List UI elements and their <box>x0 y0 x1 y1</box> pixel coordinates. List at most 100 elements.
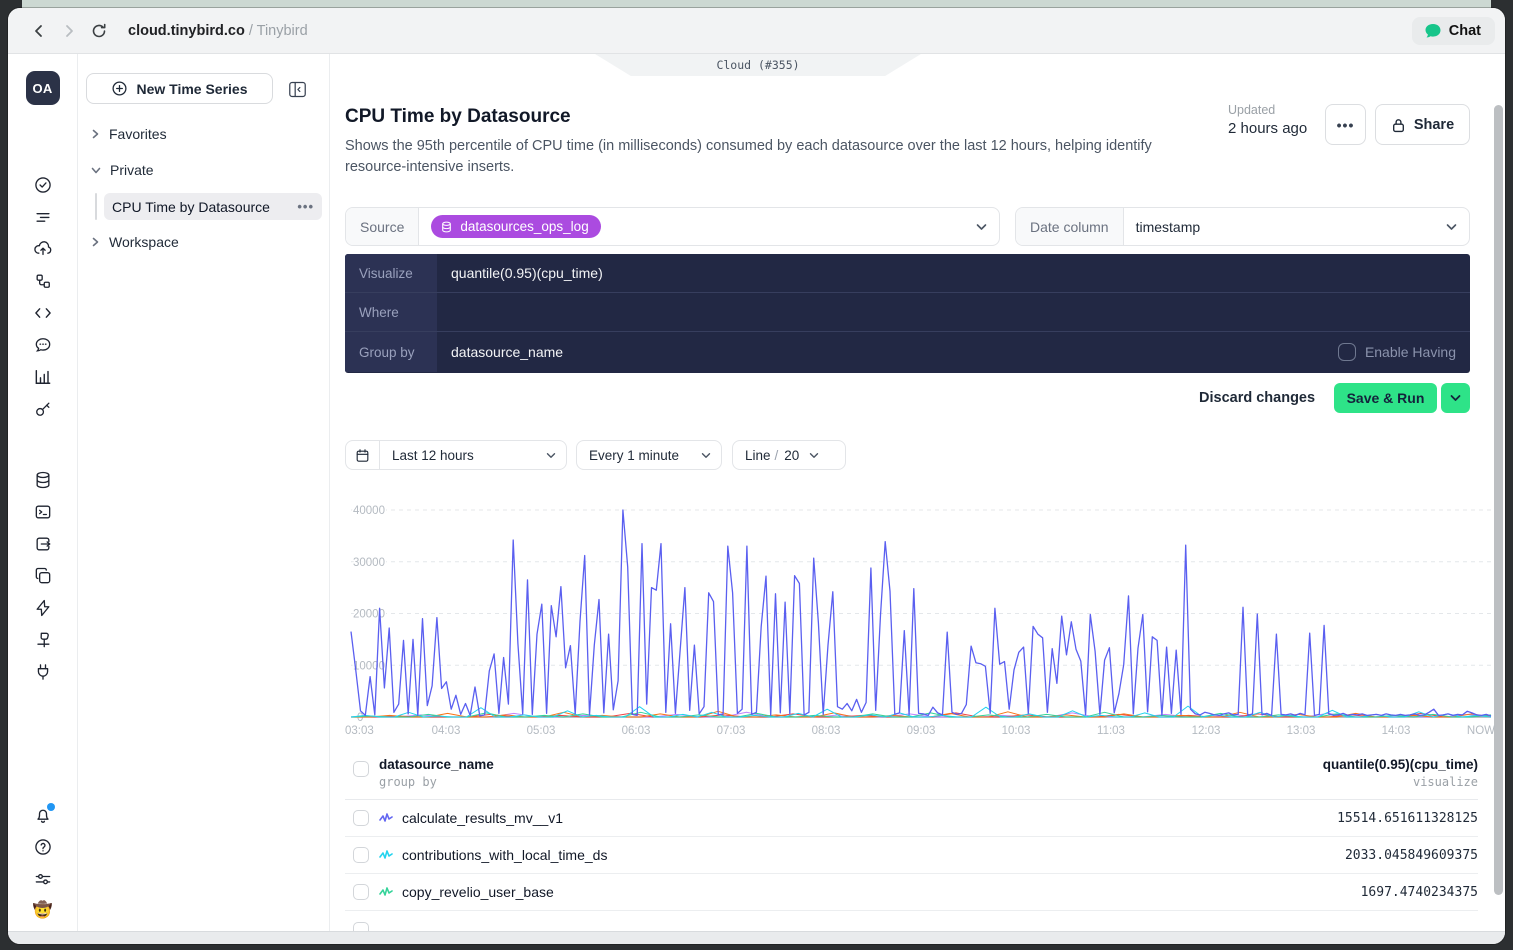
updated-value: 2 hours ago <box>1228 120 1308 137</box>
more-options-button[interactable]: ••• <box>1325 104 1366 145</box>
groupby-value[interactable]: datasource_name <box>437 332 1470 372</box>
chat-bubble-icon <box>1424 23 1442 39</box>
series-sparkline-icon <box>379 886 393 898</box>
chart-type-separator: / <box>774 447 779 463</box>
sidebar-item-private[interactable]: Private <box>78 158 154 182</box>
browser-bar: cloud.tinybird.co / Tinybird Chat <box>8 8 1505 54</box>
row-checkbox[interactable] <box>353 884 369 900</box>
svg-text:07:03: 07:03 <box>717 725 746 737</box>
sidebar-item-workspace[interactable]: Workspace <box>78 230 179 254</box>
having-checkbox[interactable] <box>1337 343 1356 361</box>
chevron-down-icon <box>701 452 721 459</box>
back-icon[interactable] <box>24 16 54 46</box>
forward-icon[interactable] <box>54 16 84 46</box>
url-bar[interactable]: cloud.tinybird.co / Tinybird <box>128 23 308 39</box>
discard-changes-button[interactable]: Discard changes <box>1199 390 1315 406</box>
save-options-chevron-button[interactable] <box>1441 383 1470 413</box>
table-row-partial[interactable] <box>345 911 1478 931</box>
page-title: CPU Time by Datasource <box>345 106 571 127</box>
schema-nodes-icon[interactable] <box>33 271 53 291</box>
chart-canvas[interactable]: 01000020000300004000003:03 04:03 05:03 06:0… <box>345 496 1497 742</box>
chevron-down-icon <box>91 166 101 175</box>
where-label: Where <box>345 293 437 331</box>
sink-icon[interactable] <box>33 630 53 650</box>
source-pill: datasources_ops_log <box>431 215 601 238</box>
page-description: Shows the 95th percentile of CPU time (i… <box>345 138 1152 175</box>
bar-chart-icon[interactable] <box>33 367 53 387</box>
settings-sliders-icon[interactable] <box>33 869 53 889</box>
share-button[interactable]: Share <box>1375 104 1470 145</box>
column-header-name: datasource_name <box>379 757 494 772</box>
datasource-name: copy_revelio_user_base <box>402 884 554 900</box>
chevron-right-icon <box>91 129 100 139</box>
time-series-chart[interactable]: 0 10000 20000 30000 40000 03:03 04:03 05:03 06:0… <box>345 496 1497 742</box>
refresh-icon[interactable] <box>84 16 114 46</box>
time-range-select[interactable]: Last 12 hours <box>345 440 567 470</box>
visualize-value[interactable]: quantile(0.95)(cpu_time) <box>437 254 1470 292</box>
sidebar-item-favorites[interactable]: Favorites <box>78 122 167 146</box>
enable-having-toggle[interactable]: Enable Having <box>1337 332 1456 372</box>
select-all-checkbox[interactable] <box>353 761 369 777</box>
more-dots-icon[interactable]: ••• <box>297 199 314 214</box>
source-pill-label: datasources_ops_log <box>460 219 589 234</box>
table-row[interactable]: copy_revelio_user_base 1697.4740234375 <box>345 874 1478 911</box>
datasource-icon[interactable] <box>33 470 53 490</box>
svg-text:10:03: 10:03 <box>1002 725 1031 737</box>
badge-check-icon[interactable] <box>33 175 53 195</box>
new-time-series-button[interactable]: New Time Series <box>86 73 273 104</box>
filter-lines-icon[interactable] <box>33 207 53 227</box>
svg-text:13:03: 13:03 <box>1287 725 1316 737</box>
column-header-name-sub: group by <box>379 775 437 789</box>
chat-button[interactable]: Chat <box>1411 16 1495 45</box>
key-icon[interactable] <box>33 399 53 419</box>
quantile-value: 1697.4740234375 <box>1360 884 1478 900</box>
chat-label: Chat <box>1448 22 1481 39</box>
notification-dot <box>46 803 55 811</box>
svg-text:05:03: 05:03 <box>527 725 556 737</box>
file-export-icon[interactable] <box>33 534 53 554</box>
url-path: / Tinybird <box>244 22 308 39</box>
plug-icon[interactable] <box>33 662 53 682</box>
svg-text:NOW: NOW <box>1467 725 1495 737</box>
icon-rail: OA 🤠 <box>8 54 78 931</box>
quantile-value: 2033.045849609375 <box>1344 847 1478 863</box>
terminal-icon[interactable] <box>33 502 53 522</box>
tree-guide-line <box>95 193 97 220</box>
bolt-icon[interactable] <box>33 598 53 618</box>
groupby-row[interactable]: Group by datasource_name Enable Having <box>345 332 1470 372</box>
table-row[interactable]: contributions_with_local_time_ds 2033.04… <box>345 837 1478 874</box>
svg-text:08:03: 08:03 <box>812 725 841 737</box>
table-row[interactable]: calculate_results_mv__v1 15514.651611328… <box>345 800 1478 837</box>
row-checkbox[interactable] <box>353 810 369 826</box>
datasource-name: calculate_results_mv__v1 <box>402 810 564 826</box>
code-icon[interactable] <box>33 303 53 323</box>
query-panel: Visualize quantile(0.95)(cpu_time) Where… <box>345 254 1470 373</box>
visualize-row[interactable]: Visualize quantile(0.95)(cpu_time) <box>345 254 1470 293</box>
chevron-down-icon <box>809 452 829 459</box>
tab-cloud[interactable]: Cloud (#355) <box>595 54 921 76</box>
interval-select[interactable]: Every 1 minute <box>576 440 722 470</box>
date-column-select[interactable]: Date column timestamp <box>1015 207 1470 246</box>
svg-text:40000: 40000 <box>353 505 385 517</box>
workspace-avatar[interactable]: OA <box>25 71 60 105</box>
help-icon[interactable] <box>33 837 53 857</box>
save-and-run-button[interactable]: Save & Run <box>1334 383 1437 413</box>
date-column-value: timestamp <box>1135 218 1201 235</box>
where-value[interactable] <box>437 293 1470 331</box>
chart-type-select[interactable]: Line / 20 <box>732 440 846 470</box>
chat-feedback-icon[interactable] <box>33 335 53 355</box>
cowboy-emoji-icon[interactable]: 🤠 <box>33 901 53 921</box>
row-checkbox[interactable] <box>353 847 369 863</box>
where-row[interactable]: Where <box>345 293 1470 332</box>
updated-block: Updated 2 hours ago <box>1228 103 1307 137</box>
cloud-upload-icon[interactable] <box>33 239 53 259</box>
sidebar-item-label: Workspace <box>109 234 179 250</box>
source-select[interactable]: Source datasources_ops_log <box>345 207 1000 246</box>
url-host: cloud.tinybird.co <box>128 22 245 39</box>
sidebar-item-cpu-time-by-datasource[interactable]: CPU Time by Datasource ••• <box>104 193 322 220</box>
copy-icon[interactable] <box>33 566 53 586</box>
row-checkbox[interactable] <box>353 921 369 931</box>
notifications-bell-icon[interactable] <box>33 803 55 825</box>
svg-text:09:03: 09:03 <box>907 725 936 737</box>
collapse-panel-icon[interactable] <box>285 78 309 100</box>
